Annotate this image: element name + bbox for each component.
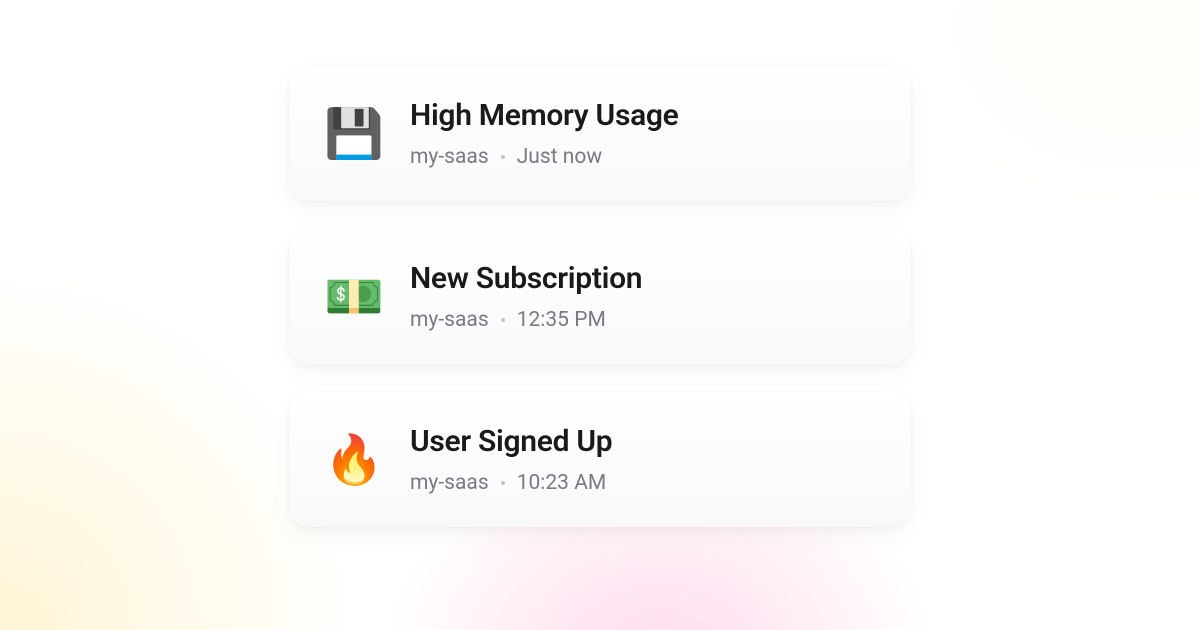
notification-title: High Memory Usage xyxy=(410,98,679,133)
notification-content: High Memory Usage my-saas Just now xyxy=(410,98,679,169)
separator-dot xyxy=(501,155,505,159)
notification-content: User Signed Up my-saas 10:23 AM xyxy=(410,424,612,495)
notification-title: New Subscription xyxy=(410,261,642,296)
fire-icon: 🔥 xyxy=(326,432,382,488)
notification-card[interactable]: 💵 New Subscription my-saas 12:35 PM xyxy=(290,229,910,364)
separator-dot xyxy=(501,318,505,322)
separator-dot xyxy=(501,481,505,485)
notification-time: 12:35 PM xyxy=(517,308,606,332)
notification-meta: my-saas Just now xyxy=(410,145,679,169)
notification-meta: my-saas 12:35 PM xyxy=(410,308,642,332)
notification-time: 10:23 AM xyxy=(517,471,607,495)
notification-project: my-saas xyxy=(410,308,489,332)
notification-list: 💾 High Memory Usage my-saas Just now 💵 N… xyxy=(0,0,1200,630)
notification-title: User Signed Up xyxy=(410,424,612,459)
notification-meta: my-saas 10:23 AM xyxy=(410,471,612,495)
notification-project: my-saas xyxy=(410,145,489,169)
floppy-disk-icon: 💾 xyxy=(326,106,382,162)
notification-card[interactable]: 🔥 User Signed Up my-saas 10:23 AM xyxy=(290,392,910,527)
notification-card[interactable]: 💾 High Memory Usage my-saas Just now xyxy=(290,66,910,201)
notification-time: Just now xyxy=(517,145,602,169)
notification-project: my-saas xyxy=(410,471,489,495)
money-icon: 💵 xyxy=(326,269,382,325)
notification-content: New Subscription my-saas 12:35 PM xyxy=(410,261,642,332)
